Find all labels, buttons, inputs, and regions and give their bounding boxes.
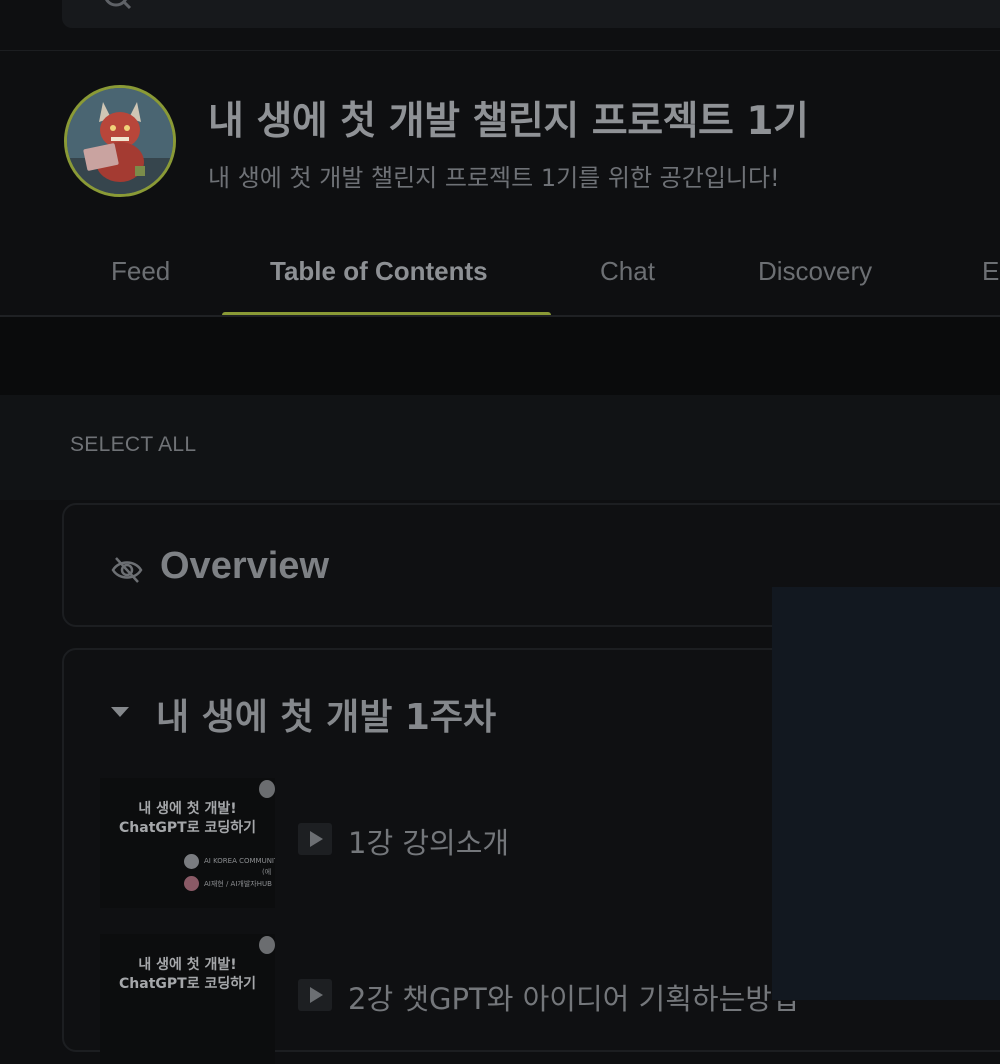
spacer — [0, 317, 1000, 395]
tab-bar: Feed Table of Contents Chat Discovery E — [0, 230, 1000, 318]
tab-events[interactable]: E — [982, 256, 999, 287]
lesson-thumbnail[interactable]: 내 생에 첫 개발! ChatGPT로 코딩하기 AI KOREA COMMUN… — [100, 778, 275, 908]
play-icon — [298, 823, 332, 855]
header-divider — [0, 50, 1000, 51]
avatar — [184, 854, 199, 869]
tab-chat[interactable]: Chat — [600, 256, 655, 287]
thumbnail-credit: AI KOREA COMMUNIT — [204, 857, 275, 865]
community-subtitle: 내 생에 첫 개발 챌린지 프로젝트 1기를 위한 공간입니다! — [208, 164, 780, 192]
eye-off-icon — [111, 557, 143, 583]
week-title[interactable]: 내 생에 첫 개발 1주차 — [156, 688, 496, 740]
community-title: 내 생에 첫 개발 챌린지 프로젝트 1기 — [208, 99, 809, 144]
select-all-button[interactable]: SELECT ALL — [70, 433, 196, 457]
community-avatar[interactable] — [64, 85, 176, 197]
overlay-panel — [772, 587, 1000, 1000]
community-avatar-image — [67, 88, 173, 194]
avatar — [184, 876, 199, 891]
search-icon — [105, 0, 132, 10]
lesson-thumbnail[interactable]: 내 생에 첫 개발! ChatGPT로 코딩하기 — [100, 934, 275, 1064]
tab-feed[interactable]: Feed — [111, 256, 170, 287]
thumbnail-dot — [259, 936, 275, 954]
play-icon — [298, 979, 332, 1011]
thumbnail-dot — [259, 780, 275, 798]
thumbnail-title: 내 생에 첫 개발! ChatGPT로 코딩하기 — [119, 801, 256, 836]
thumbnail-credit-sub: (에 — [262, 868, 272, 876]
lesson-title[interactable]: 1강 강의소개 — [348, 820, 509, 862]
tab-discovery[interactable]: Discovery — [758, 256, 872, 287]
thumbnail-author: AI재현 / AI개발자HUB — [204, 880, 272, 888]
search-bar[interactable] — [62, 0, 1000, 28]
caret-down-icon[interactable] — [108, 700, 132, 724]
overview-title: Overview — [160, 545, 329, 587]
thumbnail-title: 내 생에 첫 개발! ChatGPT로 코딩하기 — [119, 957, 256, 992]
tab-table-of-contents[interactable]: Table of Contents — [270, 256, 488, 287]
lesson-title[interactable]: 2강 챗GPT와 아이디어 기획하는방법 — [348, 976, 799, 1018]
